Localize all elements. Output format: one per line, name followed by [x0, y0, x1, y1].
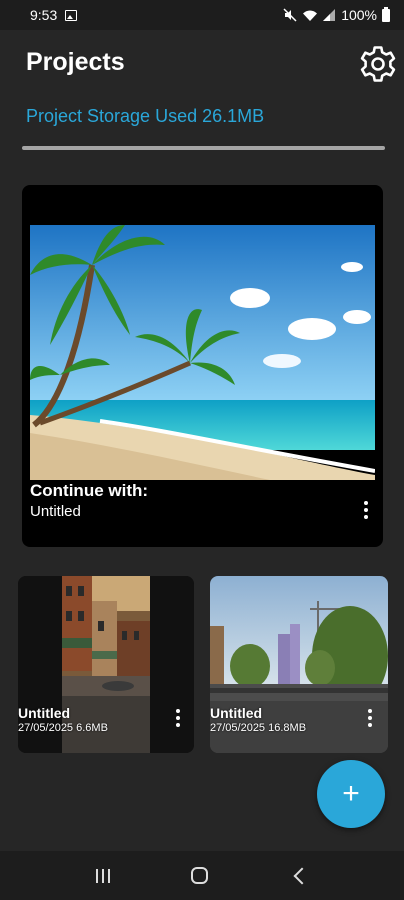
project-date: 27/05/2025	[210, 722, 266, 734]
gear-icon	[360, 46, 396, 82]
more-vertical-icon[interactable]	[172, 709, 184, 727]
recent-apps-icon[interactable]	[95, 868, 110, 883]
battery-icon	[382, 6, 390, 22]
add-project-button[interactable]: +	[317, 760, 385, 828]
beach-thumbnail	[30, 225, 375, 480]
system-navigation-bar	[0, 851, 404, 900]
project-date: 27/05/2025	[18, 722, 74, 734]
project-meta: 27/05/2025 16.8MB	[210, 722, 306, 734]
project-title: Untitled	[210, 705, 263, 721]
settings-button[interactable]	[356, 42, 400, 86]
signal-icon	[323, 9, 336, 21]
plus-icon: +	[342, 777, 360, 810]
continue-label: Continue with:	[30, 481, 149, 500]
featured-project-card[interactable]: Continue with: Untitled	[22, 185, 383, 547]
storage-bar	[22, 146, 385, 150]
project-card[interactable]: Untitled 27/05/2025 6.6MB	[18, 576, 194, 753]
project-title: Untitled	[18, 705, 71, 721]
status-bar: 9:53 100%	[0, 0, 404, 30]
storage-used-label: Project Storage Used 26.1MB	[26, 106, 265, 126]
more-vertical-icon[interactable]	[364, 709, 376, 727]
wifi-icon	[303, 10, 318, 21]
project-meta: 27/05/2025 6.6MB	[18, 722, 108, 734]
featured-project-name: Untitled	[30, 503, 81, 520]
mute-icon	[283, 8, 297, 22]
project-size: 16.8MB	[268, 722, 307, 734]
project-size: 6.6MB	[76, 722, 108, 734]
status-time: 9:53	[30, 7, 58, 23]
gallery-notification-icon	[65, 9, 78, 21]
page-title: Projects	[26, 48, 125, 76]
back-icon[interactable]	[293, 867, 311, 884]
battery-percentage: 100%	[341, 7, 377, 23]
home-icon[interactable]	[191, 867, 209, 884]
more-vertical-icon[interactable]	[360, 501, 372, 519]
project-card[interactable]: Untitled 27/05/2025 16.8MB	[210, 576, 388, 753]
